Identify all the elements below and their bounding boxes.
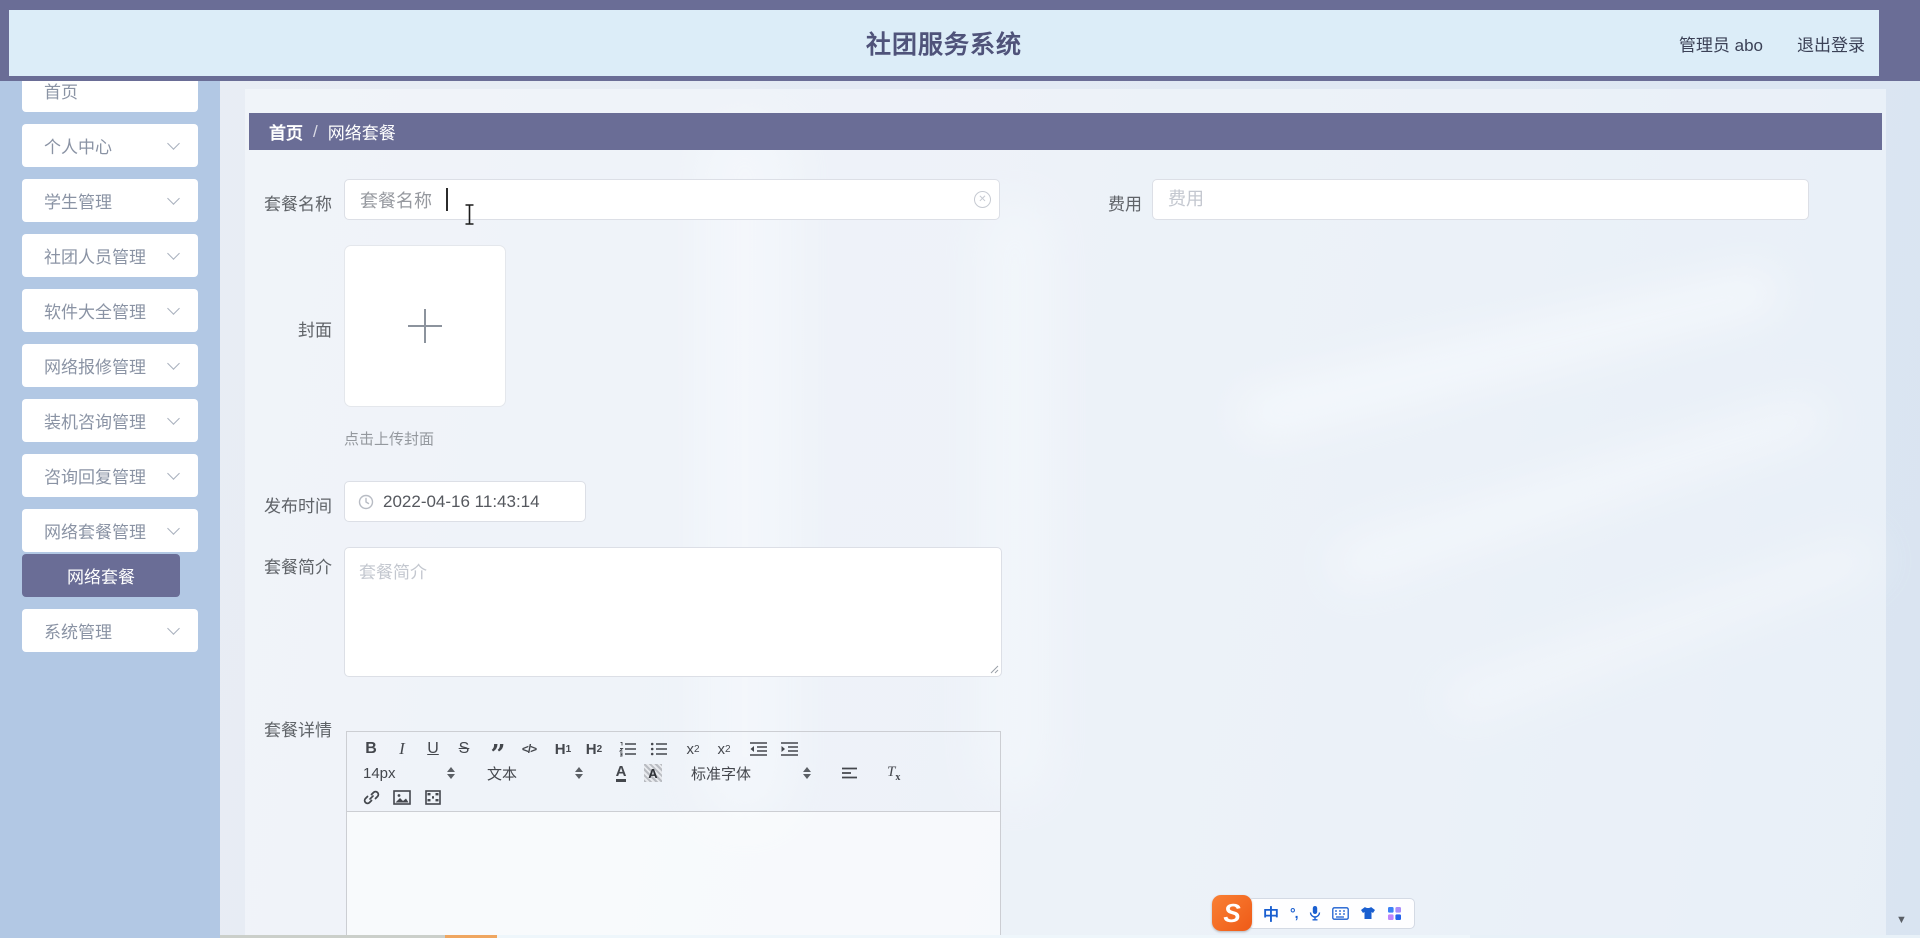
underline-button[interactable]: U: [421, 737, 445, 761]
breadcrumb-separator: /: [313, 121, 318, 141]
ime-punctuation-toggle[interactable]: °,: [1290, 905, 1298, 921]
logout-button[interactable]: 退出登录: [1797, 31, 1865, 56]
sidebar-item-label: 网络报修管理: [44, 358, 146, 377]
bold-button[interactable]: B: [359, 737, 383, 761]
package-name-input[interactable]: [344, 179, 1000, 220]
clear-format-button[interactable]: Tx: [887, 764, 900, 783]
sidebar-item[interactable]: 个人中心: [22, 124, 198, 167]
blockquote-button[interactable]: ”: [486, 737, 510, 768]
editor-content-area[interactable]: [346, 812, 1001, 938]
app-header: 社团服务系统 管理员 abo 退出登录: [0, 0, 1920, 81]
chevron-down-icon: [167, 191, 180, 205]
sidebar-item[interactable]: 网络报修管理: [22, 344, 198, 387]
ime-toolbar: S 中 °,: [1212, 895, 1415, 931]
select-arrows-icon: [447, 767, 455, 779]
text-color-button[interactable]: A: [609, 761, 633, 785]
indent-button[interactable]: [777, 737, 801, 761]
image-button[interactable]: [390, 785, 414, 809]
cover-upload-box[interactable]: [344, 245, 506, 407]
chevron-down-icon: [167, 466, 180, 480]
publish-time-input[interactable]: 2022-04-16 11:43:14: [344, 481, 586, 522]
sidebar: 首页 个人中心 学生管理 社团人员管理 软件大全管理 网络报修管理 装机咨询管理…: [0, 81, 220, 938]
clear-input-icon[interactable]: ✕: [974, 191, 991, 208]
outdent-button[interactable]: [746, 737, 770, 761]
format-select[interactable]: 文本: [483, 763, 587, 784]
sidebar-item-label: 首页: [44, 83, 78, 102]
strikethrough-button[interactable]: S: [452, 737, 476, 761]
sidebar-item[interactable]: 装机咨询管理: [22, 399, 198, 442]
microphone-icon[interactable]: [1309, 905, 1321, 921]
sidebar-item[interactable]: 网络套餐: [22, 554, 180, 597]
sidebar-item-label: 社团人员管理: [44, 248, 146, 267]
sidebar-item[interactable]: 社团人员管理: [22, 234, 198, 277]
text-caret: [446, 188, 448, 211]
sidebar-item[interactable]: 软件大全管理: [22, 289, 198, 332]
sidebar-item-label: 咨询回复管理: [44, 468, 146, 487]
ime-logo-icon[interactable]: S: [1212, 895, 1252, 931]
publish-time-value: 2022-04-16 11:43:14: [383, 491, 540, 511]
plus-icon: [408, 309, 442, 343]
chevron-down-icon: [167, 521, 180, 535]
chevron-down-icon: [167, 246, 180, 260]
breadcrumb-home-link[interactable]: 首页: [269, 119, 303, 144]
app-screen: 社团服务系统 管理员 abo 退出登录 首页 个人中心 学生管理 社团人员管理 …: [0, 0, 1920, 938]
chevron-down-icon: [167, 411, 180, 425]
font-family-select[interactable]: 标准字体: [687, 763, 815, 784]
sidebar-menu: 首页 个人中心 学生管理 社团人员管理 软件大全管理 网络报修管理 装机咨询管理…: [0, 81, 220, 652]
header-band: 社团服务系统 管理员 abo 退出登录: [9, 10, 1879, 76]
chevron-down-icon: [167, 136, 180, 150]
chevron-down-icon: [167, 301, 180, 315]
app-title: 社团服务系统: [865, 31, 1022, 59]
sidebar-item[interactable]: 网络套餐管理: [22, 509, 198, 552]
breadcrumb: 首页 / 网络套餐: [249, 113, 1882, 150]
select-arrows-icon: [575, 767, 583, 779]
rich-text-editor: B I U S ” </> H1 H2 x 2 x 2 14px 文本 A A …: [346, 731, 1001, 938]
video-button[interactable]: [421, 785, 445, 809]
sidebar-item-label: 系统管理: [44, 623, 112, 642]
current-user-label: 管理员 abo: [1678, 35, 1763, 55]
intro-textarea[interactable]: [344, 547, 1002, 677]
sidebar-item[interactable]: 首页: [22, 81, 198, 112]
ime-bar: 中 °,: [1248, 897, 1415, 929]
background-color-button[interactable]: A: [641, 761, 665, 785]
link-button[interactable]: [359, 785, 383, 809]
sidebar-item[interactable]: 咨询回复管理: [22, 454, 198, 497]
bullet-list-button[interactable]: [647, 737, 671, 761]
breadcrumb-current: 网络套餐: [327, 124, 396, 143]
scrollbar-down-arrow[interactable]: ▼: [1896, 914, 1907, 926]
code-block-button[interactable]: </>: [517, 737, 541, 761]
apps-grid-icon[interactable]: [1387, 906, 1402, 921]
fee-input[interactable]: [1152, 179, 1809, 220]
sidebar-item-label: 软件大全管理: [44, 303, 146, 322]
chevron-down-icon: [167, 621, 180, 635]
select-arrows-icon: [803, 767, 811, 779]
subscript-button[interactable]: x2: [681, 737, 705, 761]
sidebar-item[interactable]: 学生管理: [22, 179, 198, 222]
superscript-button[interactable]: x2: [712, 737, 736, 761]
sidebar-item-label: 个人中心: [44, 138, 112, 157]
ordered-list-button[interactable]: [616, 737, 640, 761]
chevron-down-icon: [167, 356, 180, 370]
sidebar-item-label: 网络套餐管理: [44, 523, 146, 542]
skin-shirt-icon[interactable]: [1360, 906, 1376, 920]
keyboard-icon[interactable]: [1331, 906, 1349, 920]
cover-upload-hint: 点击上传封面: [344, 431, 435, 448]
sidebar-item[interactable]: 系统管理: [22, 609, 198, 652]
clock-icon: [358, 494, 374, 509]
fee-label: 费用: [1108, 195, 1142, 214]
editor-toolbar: B I U S ” </> H1 H2 x 2 x 2 14px 文本 A A …: [346, 731, 1001, 812]
align-button[interactable]: [837, 761, 861, 785]
heading2-button[interactable]: H2: [582, 737, 606, 761]
heading1-button[interactable]: H1: [551, 737, 575, 761]
italic-button[interactable]: I: [390, 737, 414, 761]
ime-language-toggle[interactable]: 中: [1263, 901, 1279, 925]
sidebar-item-label: 学生管理: [44, 193, 112, 212]
sidebar-item-label: 装机咨询管理: [44, 413, 146, 432]
font-size-select[interactable]: 14px: [359, 765, 459, 782]
sidebar-item-label: 网络套餐: [67, 568, 135, 587]
